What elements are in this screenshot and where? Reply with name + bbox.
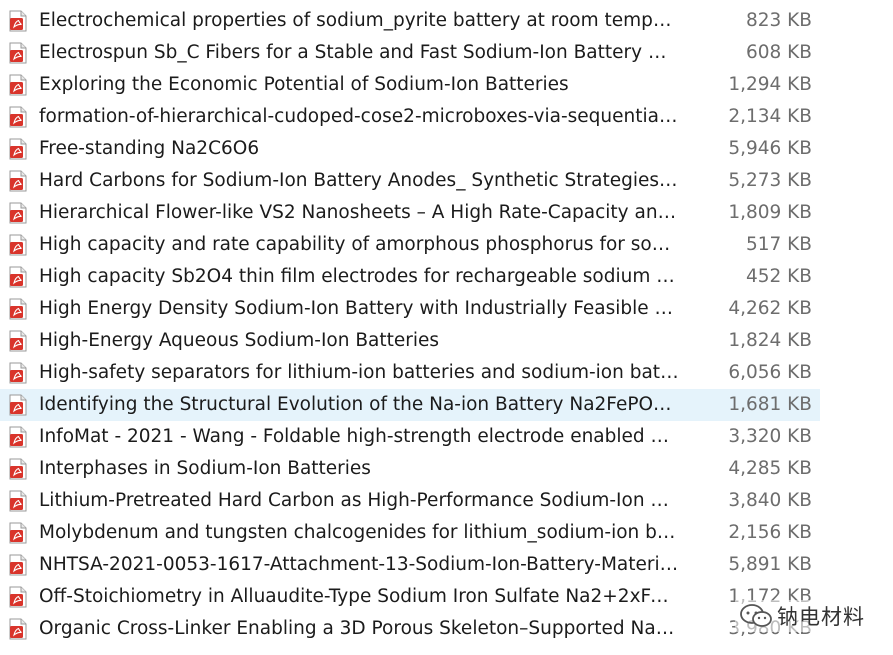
pdf-file-icon: [9, 106, 27, 128]
file-name: Free-standing Na2C6O6: [39, 138, 260, 159]
file-row[interactable]: High capacity Sb2O4 thin film electrodes…: [0, 261, 820, 293]
wechat-logo-icon: [740, 604, 772, 627]
file-size: 2,134 KB: [728, 106, 812, 127]
file-size: 823 KB: [745, 10, 812, 31]
pdf-file-icon: [9, 298, 27, 320]
file-size: 6,056 KB: [728, 362, 812, 383]
file-row[interactable]: High-safety separators for lithium-ion b…: [0, 357, 820, 389]
pdf-file-icon: [9, 74, 27, 96]
file-row[interactable]: Exploring the Economic Potential of Sodi…: [0, 69, 820, 101]
pdf-file-icon: [9, 10, 27, 32]
file-list: Electrochemical properties of sodium_pyr…: [0, 5, 893, 645]
file-name: formation-of-hierarchical-cudoped-cose2-…: [39, 106, 679, 127]
file-size: 2,156 KB: [728, 522, 812, 543]
pdf-file-icon: [9, 426, 27, 448]
file-size: 1,294 KB: [728, 74, 812, 95]
pdf-file-icon: [9, 266, 27, 288]
file-size: 1,809 KB: [728, 202, 812, 223]
watermark-text: 钠电材料: [777, 605, 865, 629]
file-size: 3,320 KB: [728, 426, 812, 447]
file-row[interactable]: Molybdenum and tungsten chalcogenides fo…: [0, 517, 820, 549]
file-size: 1,824 KB: [728, 330, 812, 351]
file-name: Electrochemical properties of sodium_pyr…: [39, 10, 679, 31]
file-row[interactable]: Identifying the Structural Evolution of …: [0, 389, 820, 421]
file-row[interactable]: Lithium-Pretreated Hard Carbon as High-P…: [0, 485, 820, 517]
file-name: Identifying the Structural Evolution of …: [39, 394, 679, 415]
file-name: Exploring the Economic Potential of Sodi…: [39, 74, 569, 95]
file-name: InfoMat - 2021 - Wang - Foldable high-st…: [39, 426, 679, 447]
pdf-file-icon: [9, 170, 27, 192]
file-row[interactable]: Off-Stoichiometry in Alluaudite-Type Sod…: [0, 581, 820, 613]
file-row[interactable]: NHTSA-2021-0053-1617-Attachment-13-Sodiu…: [0, 549, 820, 581]
pdf-file-icon: [9, 202, 27, 224]
pdf-file-icon: [9, 330, 27, 352]
pdf-file-icon: [9, 138, 27, 160]
file-size: 1,681 KB: [728, 394, 812, 415]
file-row[interactable]: Electrochemical properties of sodium_pyr…: [0, 5, 820, 37]
file-name: Electrospun Sb_C Fibers for a Stable and…: [39, 42, 679, 63]
file-row[interactable]: formation-of-hierarchical-cudoped-cose2-…: [0, 101, 820, 133]
file-row[interactable]: Interphases in Sodium-Ion Batteries 4,285…: [0, 453, 820, 485]
file-name: Hard Carbons for Sodium-Ion Battery Anod…: [39, 170, 679, 191]
file-size: 3,840 KB: [728, 490, 812, 511]
file-row[interactable]: Hierarchical Flower-like VS2 Nanosheets …: [0, 197, 820, 229]
file-size: 5,946 KB: [728, 138, 812, 159]
file-row[interactable]: High-Energy Aqueous Sodium-Ion Batteries…: [0, 325, 820, 357]
file-size: 5,891 KB: [728, 554, 812, 575]
file-row[interactable]: Hard Carbons for Sodium-Ion Battery Anod…: [0, 165, 820, 197]
pdf-file-icon: [9, 458, 27, 480]
file-size: 608 KB: [745, 42, 812, 63]
file-row[interactable]: Organic Cross-Linker Enabling a 3D Porou…: [0, 613, 820, 645]
file-row[interactable]: High capacity and rate capability of amo…: [0, 229, 820, 261]
pdf-file-icon: [9, 490, 27, 512]
file-name: Organic Cross-Linker Enabling a 3D Porou…: [39, 618, 679, 639]
file-size: 452 KB: [745, 266, 812, 287]
pdf-file-icon: [9, 42, 27, 64]
file-size: 5,273 KB: [728, 170, 812, 191]
file-size: 4,262 KB: [728, 298, 812, 319]
file-name: High capacity Sb2O4 thin film electrodes…: [39, 266, 679, 287]
file-name: Hierarchical Flower-like VS2 Nanosheets …: [39, 202, 679, 223]
file-name: Lithium-Pretreated Hard Carbon as High-P…: [39, 490, 679, 511]
file-name: High-safety separators for lithium-ion b…: [39, 362, 679, 383]
file-name: High capacity and rate capability of amo…: [39, 234, 679, 255]
pdf-file-icon: [9, 362, 27, 384]
file-name: Interphases in Sodium-Ion Batteries: [39, 458, 371, 479]
file-name: Off-Stoichiometry in Alluaudite-Type Sod…: [39, 586, 679, 607]
file-size: 4,285 KB: [728, 458, 812, 479]
pdf-file-icon: [9, 586, 27, 608]
pdf-file-icon: [9, 234, 27, 256]
pdf-file-icon: [9, 394, 27, 416]
file-row[interactable]: Electrospun Sb_C Fibers for a Stable and…: [0, 37, 820, 69]
file-name: NHTSA-2021-0053-1617-Attachment-13-Sodiu…: [39, 554, 679, 575]
file-name: High-Energy Aqueous Sodium-Ion Batteries: [39, 330, 440, 351]
watermark: 钠电材料: [735, 600, 869, 632]
file-name: Molybdenum and tungsten chalcogenides fo…: [39, 522, 679, 543]
file-row[interactable]: InfoMat - 2021 - Wang - Foldable high-st…: [0, 421, 820, 453]
file-row[interactable]: Free-standing Na2C6O6 5,946 KB: [0, 133, 820, 165]
pdf-file-icon: [9, 522, 27, 544]
file-name: High Energy Density Sodium-Ion Battery w…: [39, 298, 679, 319]
file-row[interactable]: High Energy Density Sodium-Ion Battery w…: [0, 293, 820, 325]
pdf-file-icon: [9, 554, 27, 576]
file-size: 517 KB: [745, 234, 812, 255]
pdf-file-icon: [9, 618, 27, 640]
